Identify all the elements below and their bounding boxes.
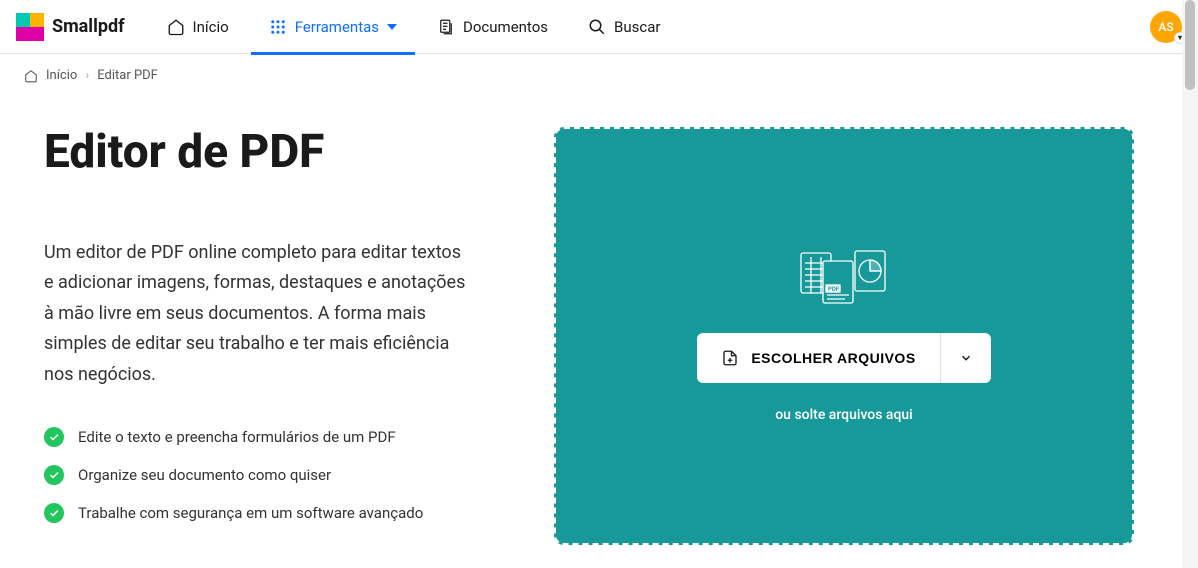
nav-search[interactable]: Buscar xyxy=(570,0,678,54)
feature-item: Trabalhe com segurança em um software av… xyxy=(44,503,474,523)
nav-documents[interactable]: Documentos xyxy=(419,0,566,54)
breadcrumb: Início › Editar PDF xyxy=(0,54,1198,97)
nav-search-label: Buscar xyxy=(614,18,660,36)
breadcrumb-current: Editar PDF xyxy=(97,68,158,83)
drop-hint-text: ou solte arquivos aqui xyxy=(775,407,913,423)
nav-home[interactable]: Início xyxy=(149,0,247,54)
feature-item: Edite o texto e preencha formulários de … xyxy=(44,427,474,447)
documents-icon xyxy=(437,18,455,36)
svg-text:PDF: PDF xyxy=(828,286,840,293)
chevron-down-icon xyxy=(959,351,973,365)
user-avatar[interactable]: AS ▾ xyxy=(1150,11,1182,43)
file-add-icon xyxy=(721,349,739,367)
brand-name: Smallpdf xyxy=(52,16,125,37)
main-nav: Início Ferramentas Documentos Buscar xyxy=(149,0,1150,54)
check-circle-icon xyxy=(44,427,64,447)
check-circle-icon xyxy=(44,503,64,523)
choose-source-dropdown[interactable] xyxy=(940,333,991,383)
page-description: Um editor de PDF online completo para ed… xyxy=(44,238,474,391)
avatar-initials: AS xyxy=(1158,20,1173,34)
feature-text: Trabalhe com segurança em um software av… xyxy=(78,504,423,522)
breadcrumb-home[interactable]: Início xyxy=(46,68,77,83)
choose-files-label: ESCOLHER ARQUIVOS xyxy=(751,350,915,366)
chevron-down-icon xyxy=(387,24,397,30)
top-navigation: Smallpdf Início Ferramentas Documentos xyxy=(0,0,1198,54)
file-dropzone[interactable]: PDF ESCOLHER ARQUIVOS ou solte arqu xyxy=(554,127,1134,545)
content-left: Editor de PDF Um editor de PDF online co… xyxy=(44,127,474,545)
scrollbar[interactable] xyxy=(1182,0,1198,568)
scrollbar-thumb[interactable] xyxy=(1185,0,1195,90)
pdf-files-icon: PDF xyxy=(799,249,889,309)
home-icon xyxy=(167,18,185,36)
feature-text: Edite o texto e preencha formulários de … xyxy=(78,428,396,446)
brand-logo[interactable]: Smallpdf xyxy=(16,13,125,41)
search-icon xyxy=(588,18,606,36)
choose-files-button[interactable]: ESCOLHER ARQUIVOS xyxy=(697,333,939,383)
page-title: Editor de PDF xyxy=(44,127,474,178)
check-circle-icon xyxy=(44,465,64,485)
feature-list: Edite o texto e preencha formulários de … xyxy=(44,427,474,523)
breadcrumb-separator: › xyxy=(85,68,89,83)
nav-tools-label: Ferramentas xyxy=(295,18,379,36)
logo-mark-icon xyxy=(16,13,44,41)
feature-text: Organize seu documento como quiser xyxy=(78,466,331,484)
nav-tools[interactable]: Ferramentas xyxy=(251,0,415,54)
feature-item: Organize seu documento como quiser xyxy=(44,465,474,485)
main-content: Editor de PDF Um editor de PDF online co… xyxy=(0,97,1198,565)
nav-home-label: Início xyxy=(193,18,229,36)
upload-button-group: ESCOLHER ARQUIVOS xyxy=(697,333,990,383)
home-icon xyxy=(24,69,38,83)
grid-icon xyxy=(269,18,287,36)
nav-documents-label: Documentos xyxy=(463,18,548,36)
